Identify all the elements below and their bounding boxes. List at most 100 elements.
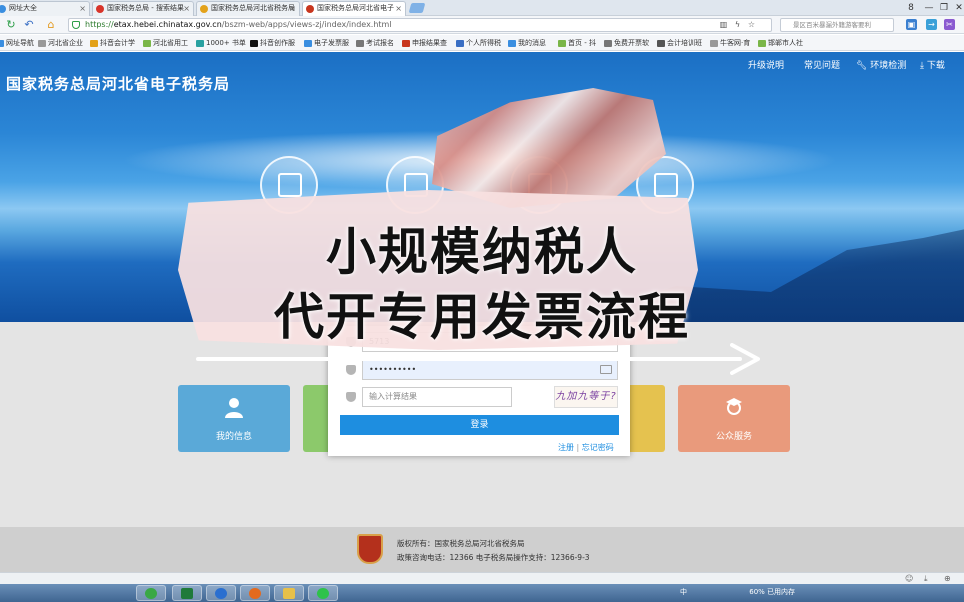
register-link[interactable]: 注册	[558, 443, 574, 452]
back-icon[interactable]: ↶	[22, 18, 36, 32]
scissors-icon[interactable]: ✂	[944, 19, 955, 30]
folder-icon	[38, 40, 46, 47]
bookmark-item[interactable]: 河北省用工	[143, 35, 188, 51]
login-arrow-icon[interactable]: →	[926, 19, 937, 30]
bookmark-item[interactable]: 网址导航	[0, 35, 34, 51]
bookmark-item[interactable]: 邯郸市人社	[758, 35, 803, 51]
ime-indicator[interactable]: 中	[680, 588, 687, 596]
browser-tab[interactable]: 国家税务总局河北省税务局 ×	[196, 1, 300, 16]
smiley-icon[interactable]: ☺	[905, 574, 913, 583]
service-tile[interactable]	[630, 385, 665, 452]
nav-upgrade-notes[interactable]: 升级说明	[748, 58, 784, 71]
taskbar-wechat-button[interactable]	[308, 585, 338, 601]
bookmark-item[interactable]: 抖音会计学	[90, 35, 135, 51]
taskbar-app-button[interactable]	[240, 585, 270, 601]
browser-tab[interactable]: 国家税务总局 - 搜索结果 ×	[92, 1, 194, 16]
bookmark-item[interactable]: 1000+ 书单	[196, 35, 246, 51]
browser-status-bar: ☺ ⤓ ⊕	[0, 572, 964, 584]
bookmark-item[interactable]: 考试报名	[356, 35, 394, 51]
reader-icon[interactable]: ▥	[718, 19, 729, 30]
bookmark-icon	[456, 40, 464, 47]
bookmark-icon	[710, 40, 718, 47]
bookmark-icon	[657, 40, 665, 47]
nav-faq[interactable]: 常见问题	[804, 58, 840, 71]
tiktok-icon	[250, 40, 258, 47]
bookmark-icon	[758, 40, 766, 47]
lightning-icon[interactable]: ϟ	[732, 19, 743, 30]
taskbar-sogou-button[interactable]	[206, 585, 236, 601]
new-tab-button[interactable]	[408, 3, 426, 13]
tab-favicon-icon	[96, 5, 104, 13]
close-window-button[interactable]: ✕	[948, 0, 964, 16]
keyboard-icon[interactable]	[600, 365, 612, 374]
overlay-title-line1: 小规模纳税人	[326, 223, 638, 281]
zoom-icon[interactable]: ⊕	[944, 574, 951, 583]
bookmark-item[interactable]: 会计培训班	[657, 35, 702, 51]
graduate-icon	[726, 398, 742, 415]
captcha-image[interactable]: 九加九等于?	[554, 386, 618, 408]
taskbar-excel-button[interactable]	[172, 585, 202, 601]
tab-close-icon[interactable]: ×	[79, 2, 86, 15]
service-tile-my-info[interactable]: 我的信息	[178, 385, 290, 452]
service-tile-public[interactable]: 公众服务	[678, 385, 790, 452]
search-input[interactable]: 景区百米暴漏外籍游客要利	[780, 18, 894, 32]
tab-close-icon[interactable]: ×	[183, 2, 190, 15]
tab-close-icon[interactable]: ×	[289, 2, 296, 15]
browser-tab-strip: 网址大全 × 国家税务总局 - 搜索结果 × 国家税务总局河北省税务局 × 国家…	[0, 0, 964, 16]
browser-tab[interactable]: 网址大全 ×	[0, 1, 90, 16]
bookmark-item[interactable]: 抖音创作服	[250, 35, 295, 51]
folder-icon	[283, 588, 295, 599]
sidebar-icon[interactable]: ▣	[906, 19, 917, 30]
windows-taskbar: 中 60% 已用内存	[0, 584, 964, 602]
address-bar[interactable]: https://etax.hebei.chinatax.gov.cn/bszm-…	[68, 18, 772, 32]
bookmark-icon	[196, 40, 204, 47]
bookmark-item[interactable]: 电子发票服	[304, 35, 349, 51]
taskbar-browser-button[interactable]	[136, 585, 166, 601]
bookmark-icon	[508, 40, 516, 47]
nav-download[interactable]: ⤓ 下载	[920, 58, 945, 71]
login-button[interactable]: 登录	[340, 415, 619, 435]
bookmark-icon	[304, 40, 312, 47]
bookmark-item[interactable]: 申报结果查	[402, 35, 447, 51]
captcha-input[interactable]: 输入计算结果	[362, 387, 512, 407]
home-icon[interactable]: ⌂	[44, 18, 58, 32]
site-title: 国家税务总局河北省电子税务局	[6, 75, 231, 93]
service-tile-label: 我的信息	[215, 432, 252, 442]
bookmark-icon	[356, 40, 364, 47]
login-links: 注册 | 忘记密码	[558, 442, 614, 453]
bookmark-item[interactable]: 我的消息	[508, 35, 546, 51]
taskbar-folder-button[interactable]	[274, 585, 304, 601]
browser-app-icon	[145, 588, 157, 599]
bookmarks-bar: 网址导航 河北省企业 抖音会计学 河北省用工 1000+ 书单 抖音创作服 电子…	[0, 35, 964, 51]
overlay-arrow-line	[196, 357, 742, 361]
forgot-password-link[interactable]: 忘记密码	[582, 443, 614, 452]
overlay-title-line2: 代开专用发票流程	[274, 288, 690, 346]
download-status-icon[interactable]: ⤓	[924, 574, 928, 584]
browser-toolbar: ↻ ↶ ⌂ https://etax.hebei.chinatax.gov.cn…	[0, 16, 964, 34]
star-icon[interactable]: ☆	[746, 19, 757, 30]
system-tray: 中 60% 已用内存	[680, 587, 795, 597]
bookmark-item[interactable]: 牛客网·育	[710, 35, 750, 51]
app-icon	[249, 588, 261, 599]
bookmark-item[interactable]: 免费开票软	[604, 35, 649, 51]
bookmark-item[interactable]: 首页 - 抖	[558, 35, 596, 51]
password-field[interactable]: ••••••••••	[362, 360, 618, 380]
user-icon	[225, 398, 243, 418]
nav-env-check[interactable]: 🔧︎ 环境检测	[856, 58, 906, 71]
browser-tab-active[interactable]: 国家税务总局河北省电子 ×	[302, 1, 406, 16]
tab-favicon-icon	[0, 5, 6, 13]
bookmark-item[interactable]: 个人所得税	[456, 35, 501, 51]
bookmark-icon	[0, 40, 4, 47]
bookmark-icon	[604, 40, 612, 47]
password-row: ••••••••••	[340, 360, 620, 380]
bookmark-icon	[402, 40, 410, 47]
service-tile-label: 公众服务	[715, 432, 752, 442]
hotline-text: 政策咨询电话：12366 电子税务局操作支持：12366-9-3	[397, 553, 590, 562]
tab-favicon-icon	[306, 5, 314, 13]
bookmark-item[interactable]: 河北省企业	[38, 35, 83, 51]
tab-close-icon[interactable]: ×	[395, 2, 402, 15]
memory-usage[interactable]: 60% 已用内存	[749, 588, 795, 596]
refresh-icon[interactable]: ↻	[4, 18, 18, 32]
download-icon: ⤓	[920, 61, 927, 71]
wrench-icon: 🔧︎	[856, 61, 871, 71]
